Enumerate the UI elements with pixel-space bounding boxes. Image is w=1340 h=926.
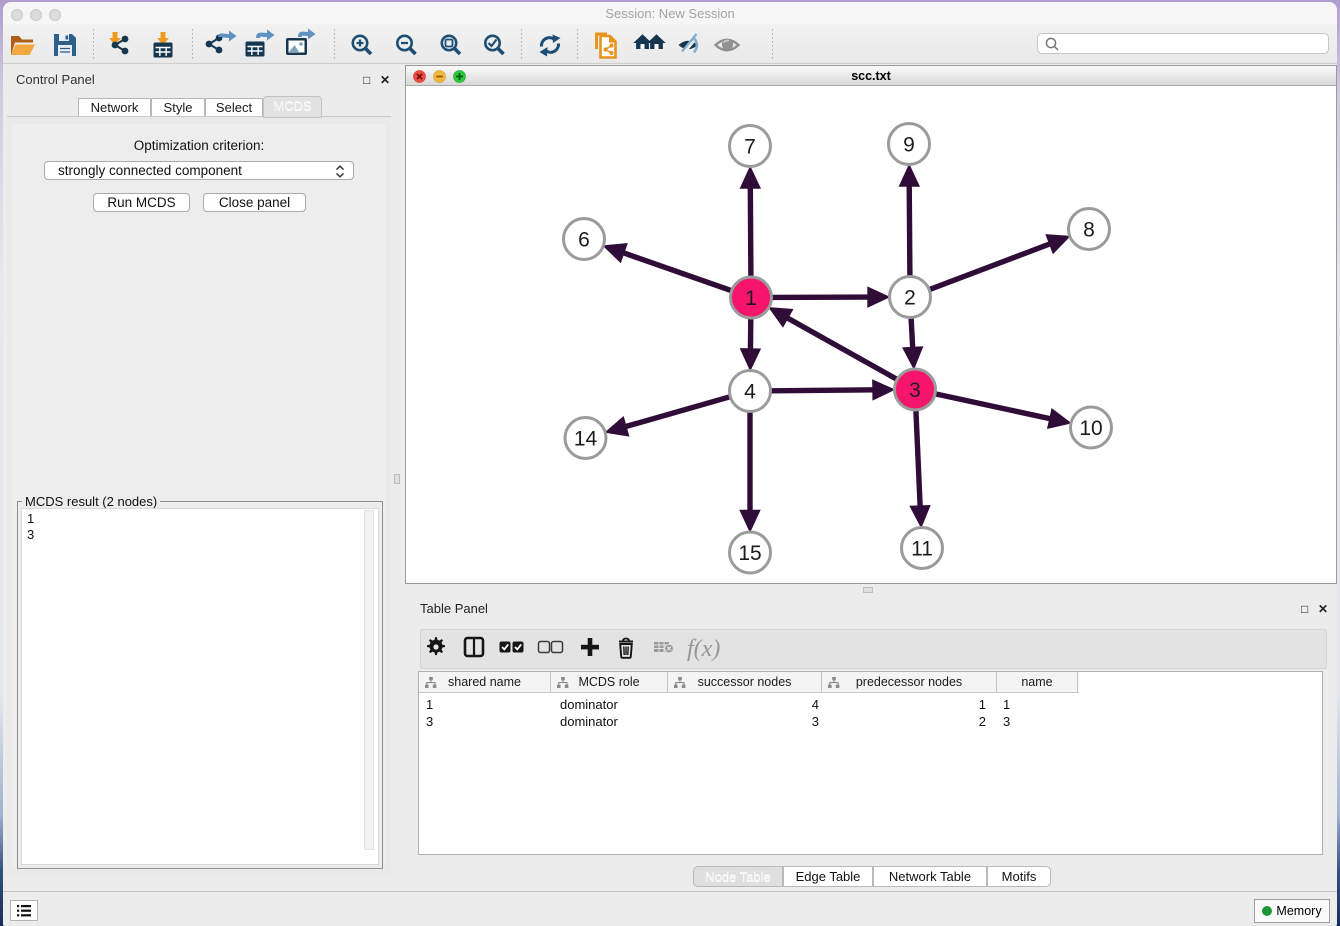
svg-text:10: 10 bbox=[1079, 417, 1102, 440]
svg-text:9: 9 bbox=[903, 134, 915, 157]
svg-text:11: 11 bbox=[911, 538, 933, 561]
svg-text:15: 15 bbox=[738, 542, 761, 565]
svg-text:3: 3 bbox=[909, 379, 921, 402]
svg-text:1: 1 bbox=[745, 287, 757, 310]
svg-text:8: 8 bbox=[1083, 219, 1095, 242]
svg-text:4: 4 bbox=[744, 381, 756, 404]
svg-text:2: 2 bbox=[904, 287, 916, 310]
svg-text:f(x): f(x) bbox=[687, 636, 720, 662]
svg-text:14: 14 bbox=[574, 428, 598, 451]
svg-text:6: 6 bbox=[578, 229, 590, 252]
svg-text:7: 7 bbox=[744, 136, 756, 159]
